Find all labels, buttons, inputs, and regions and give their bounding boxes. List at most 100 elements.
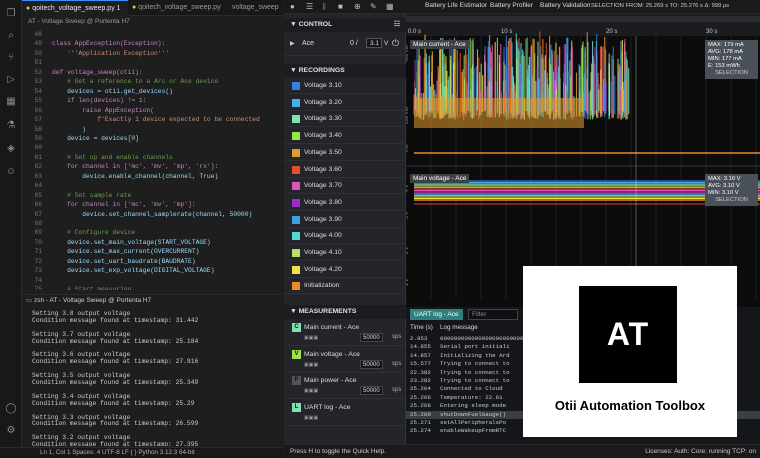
recording-color-swatch[interactable]	[292, 215, 300, 224]
measurement-display-icons[interactable]: ▣▣▣	[304, 335, 318, 341]
measurement-item[interactable]: V Main voltage - Ace ▣▣▣ 50000 sps	[284, 347, 406, 373]
code-line[interactable]: 54 devices = otii.get_devices()	[22, 87, 283, 97]
recording-color-swatch[interactable]	[292, 182, 300, 191]
breadcrumb[interactable]: AT - Voltage Sweep @ Portenta H7	[22, 16, 283, 28]
voltage-input[interactable]: 3.1	[366, 38, 382, 48]
control-header[interactable]: ▼ CONTROL ☷	[284, 18, 406, 32]
code-line[interactable]: 73 device.set_exp_voltage(DIGITAL_VOLTAG…	[22, 266, 283, 276]
terminal[interactable]: Setting 3.8 output voltage Condition mess…	[22, 306, 283, 446]
recording-item[interactable]: Voltage 3.70	[284, 178, 406, 195]
code-line[interactable]: 58 )	[22, 125, 283, 135]
settings-gear-icon[interactable]: ⚙	[5, 425, 17, 437]
samplerate-select[interactable]: 50000	[360, 359, 383, 369]
code-line[interactable]: 55 if len(devices) != 1:	[22, 96, 283, 106]
recording-color-swatch[interactable]	[292, 165, 300, 174]
recording-item[interactable]: Voltage 3.90	[284, 212, 406, 228]
code-line[interactable]: 70 device.set_main_voltage(START_VOLTAGE…	[22, 238, 283, 248]
code-line[interactable]: 66 for channel in ['mc', 'mv', 'mp']:	[22, 200, 283, 210]
explorer-icon[interactable]: ❐	[5, 8, 17, 20]
recording-item[interactable]: Voltage 3.80	[284, 195, 406, 211]
arduino-icon[interactable]: ◈	[5, 143, 17, 155]
code-line[interactable]: 51	[22, 58, 283, 68]
recording-item[interactable]: Voltage 3.30	[284, 111, 406, 128]
tool-icon[interactable]: ✎	[370, 2, 377, 11]
list-icon[interactable]: ☰	[306, 2, 313, 11]
code-line[interactable]: 69 # Configure device	[22, 228, 283, 238]
code-editor[interactable]: 48 49 class AppException(Exception): 50 '''…	[22, 28, 283, 290]
code-line[interactable]: 52 def voltage_sweep(otii):	[22, 68, 283, 78]
measurement-display-icons[interactable]: ▣▣▣	[304, 362, 318, 368]
code-line[interactable]: 50 '''Application Exception'''	[22, 49, 283, 59]
code-line[interactable]: 49 class AppException(Exception):	[22, 39, 283, 49]
grid-icon[interactable]: ▦	[386, 2, 394, 11]
recording-color-swatch[interactable]	[292, 265, 300, 274]
tab-battery-profiler[interactable]: Battery Profiler	[490, 2, 533, 9]
measurement-item[interactable]: C Main current - Ace ▣▣▣ 50000 sps	[284, 320, 406, 346]
recording-color-swatch[interactable]	[292, 115, 300, 124]
recording-item[interactable]: Voltage 3.20	[284, 95, 406, 111]
source-control-icon[interactable]: ⑂	[5, 52, 17, 64]
log-tab[interactable]: UART log - Ace	[410, 309, 463, 320]
code-line[interactable]: 72 device.set_uart_baudrate(BAUDRATE)	[22, 257, 283, 267]
measurement-display-icons[interactable]: ▣▣▣	[304, 388, 318, 394]
code-line[interactable]: 48	[22, 30, 283, 40]
log-filter-input[interactable]: Filter	[468, 309, 518, 320]
measurement-toggle-icon[interactable]: L	[292, 402, 301, 412]
copilot-icon[interactable]: ☺	[5, 166, 17, 178]
measurement-toggle-icon[interactable]: C	[292, 323, 301, 332]
code-line[interactable]: 65 # Set sample rate	[22, 191, 283, 201]
recording-color-swatch[interactable]	[292, 98, 300, 107]
code-line[interactable]: 67 device.set_channel_samplerate(channel…	[22, 210, 283, 220]
recording-item[interactable]: Voltage 3.60	[284, 162, 406, 178]
recording-color-swatch[interactable]	[292, 282, 300, 291]
run-debug-icon[interactable]: ▷	[5, 74, 17, 86]
account-icon[interactable]: ◯	[5, 403, 17, 415]
code-line[interactable]: 74	[22, 276, 283, 286]
plot-area[interactable]: 0.0 s10 s20 s30 s400 mA200 mA0 A4 V3 V2 …	[404, 14, 760, 307]
code-line[interactable]: 56 raise AppException(	[22, 106, 283, 116]
recording-item[interactable]: Voltage 3.10	[284, 78, 406, 94]
measurement-toggle-icon[interactable]: V	[292, 349, 301, 359]
expand-icon[interactable]: ▶	[290, 40, 295, 47]
search-icon[interactable]: ⌕	[5, 30, 17, 42]
recording-color-swatch[interactable]	[292, 198, 300, 207]
recording-item[interactable]: Voltage 3.40	[284, 128, 406, 145]
code-line[interactable]: 63 device.enable_channel(channel, True)	[22, 172, 283, 182]
recording-item[interactable]: Voltage 4.00	[284, 228, 406, 245]
tab-battery-life-estimator[interactable]: Battery Life Estimator	[425, 2, 487, 9]
measurement-item[interactable]: L UART log - Ace ▣▣▣	[284, 400, 406, 426]
code-line[interactable]: 75 # Start measuring	[22, 285, 283, 290]
power-icon[interactable]: ⏻	[392, 38, 399, 49]
recording-item[interactable]: Voltage 4.10	[284, 245, 406, 261]
recording-item[interactable]: Voltage 3.50	[284, 145, 406, 161]
stop-icon[interactable]: ■	[338, 2, 343, 11]
voltage-selection-label[interactable]: SELECTION	[708, 197, 755, 204]
code-line[interactable]: 62 for channel in ['mc', 'mv', 'mp', 'rx…	[22, 162, 283, 172]
recording-color-swatch[interactable]	[292, 132, 300, 141]
tab-voltage-sweep-preview[interactable]: voltage_sweep	[228, 0, 283, 16]
code-line[interactable]: 71 device.set_max_current(OVERCURRENT)	[22, 247, 283, 257]
recording-color-swatch[interactable]	[292, 232, 300, 241]
measurement-item[interactable]: P Main power - Ace ▣▣▣ 50000 sps	[284, 373, 406, 399]
code-line[interactable]: 68	[22, 219, 283, 229]
code-line[interactable]: 53 # Get a reference to a Arc or Ace dev…	[22, 77, 283, 87]
code-line[interactable]: 60	[22, 143, 283, 153]
status-text[interactable]: Ln 1, Col 1 Spaces: 4 UTF-8 LF { } Pytho…	[40, 449, 195, 456]
zoom-icon[interactable]: ⊕	[354, 2, 361, 11]
measurement-toggle-icon[interactable]: P	[292, 376, 301, 385]
tab-battery-validation[interactable]: Battery Validation	[540, 2, 590, 9]
tab-voltage-sweep[interactable]: ● qoitech_voltage_sweep.py	[128, 0, 228, 16]
code-line[interactable]: 59 device = devices[0]	[22, 134, 283, 144]
record-icon[interactable]: ●	[290, 2, 295, 11]
recording-item[interactable]: Initialization	[284, 278, 406, 295]
code-line[interactable]: 64	[22, 181, 283, 191]
extensions-icon[interactable]: ▦	[5, 96, 17, 108]
tab-voltage-sweep-1[interactable]: ● qoitech_voltage_sweep.py 1	[22, 0, 128, 16]
settings-sliders-icon[interactable]: ☷	[394, 18, 400, 32]
code-line[interactable]: 57 f'Exactly 1 device expected to be con…	[22, 115, 283, 125]
terminal-title[interactable]: zsh - AT - Voltage Sweep @ Portenta H7	[34, 297, 151, 304]
samplerate-select[interactable]: 50000	[360, 386, 383, 395]
current-selection-label[interactable]: SELECTION	[708, 70, 755, 77]
samplerate-select[interactable]: 50000	[360, 333, 383, 342]
recording-item[interactable]: Voltage 4.20	[284, 262, 406, 278]
